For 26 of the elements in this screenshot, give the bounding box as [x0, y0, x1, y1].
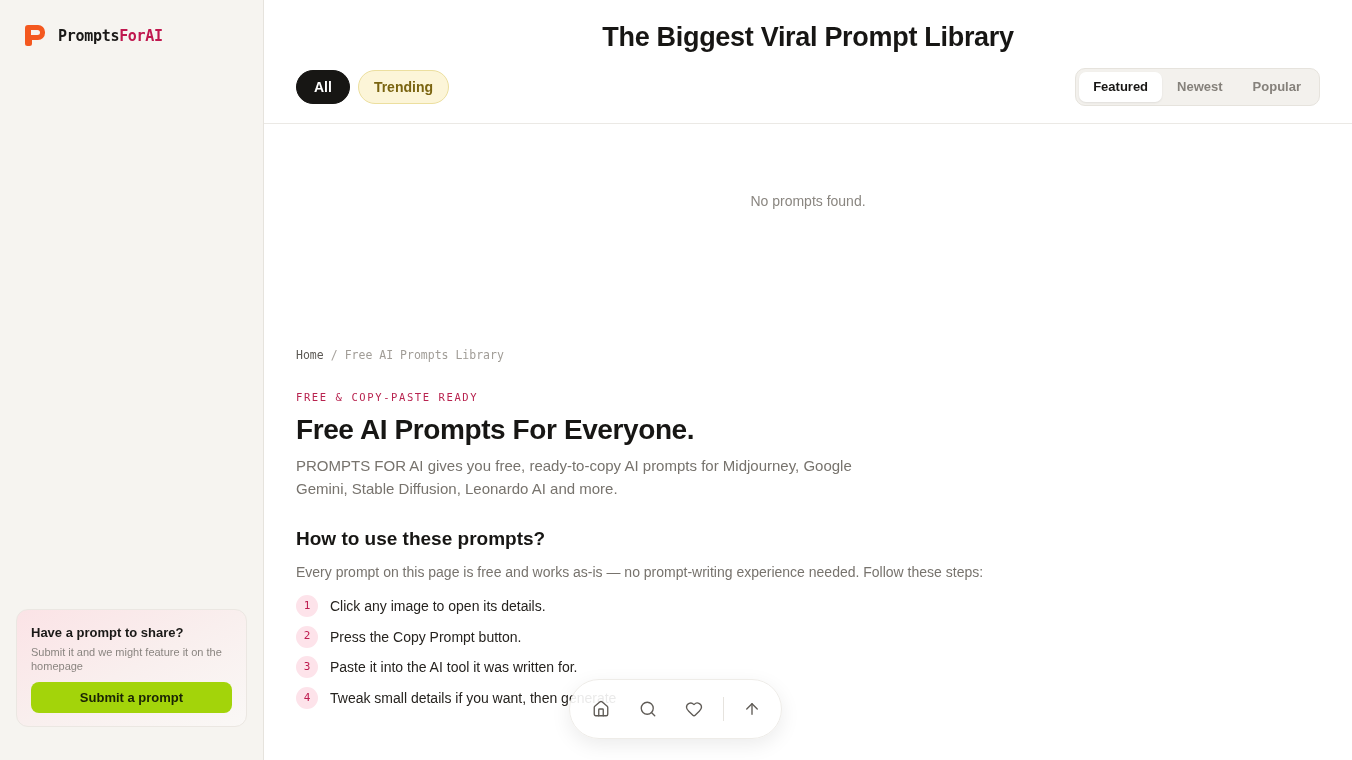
step-text: Press the Copy Prompt button. — [330, 627, 522, 647]
promo-title: Have a prompt to share? — [31, 625, 185, 641]
eyebrow-label: FREE & COPY-PASTE READY — [296, 390, 480, 404]
page-title: The Biggest Viral Prompt Library — [601, 21, 1015, 54]
step-text: Click any image to open its details. — [330, 597, 546, 616]
filter-chip[interactable]: All — [296, 70, 350, 104]
breadcrumb-separator: / — [330, 347, 338, 363]
brand-name: Prompts — [58, 26, 120, 45]
how-to-heading: How to use these prompts? — [296, 527, 547, 551]
sort-tab[interactable]: Featured — [1079, 72, 1163, 102]
intro-heading: Free AI Prompts For Everyone. — [296, 413, 696, 447]
breadcrumb-current: Free AI Prompts Library — [344, 347, 504, 363]
submit-prompt-button[interactable]: Submit a prompt — [31, 682, 232, 713]
how-to-description: Every prompt on this page is free and works as-is — no prompt-writing experience needed. Follow these steps: — [296, 563, 985, 582]
step-number: 3 — [296, 656, 318, 679]
empty-state-message: No prompts found. — [750, 192, 866, 211]
intro-description: PROMPTS FOR AI gives you free, ready-to-copy AI prompts for Midjourney, Google Gemini, Stable Diffusion, Leonardo AI and more. — [296, 456, 853, 499]
filter-chip[interactable]: Trending — [357, 70, 449, 104]
step-number: 4 — [296, 687, 318, 710]
promo-description: Submit it and we might feature it on the homepage — [31, 645, 223, 673]
step-number: 1 — [296, 595, 318, 617]
brand-name-accent: ForAI — [119, 26, 163, 45]
step-number: 2 — [296, 625, 318, 648]
breadcrumb-link[interactable]: Home — [296, 347, 324, 363]
speech-bubble-logo-icon — [25, 25, 45, 46]
step-text: Paste it into the AI tool it was written for. — [330, 658, 578, 678]
